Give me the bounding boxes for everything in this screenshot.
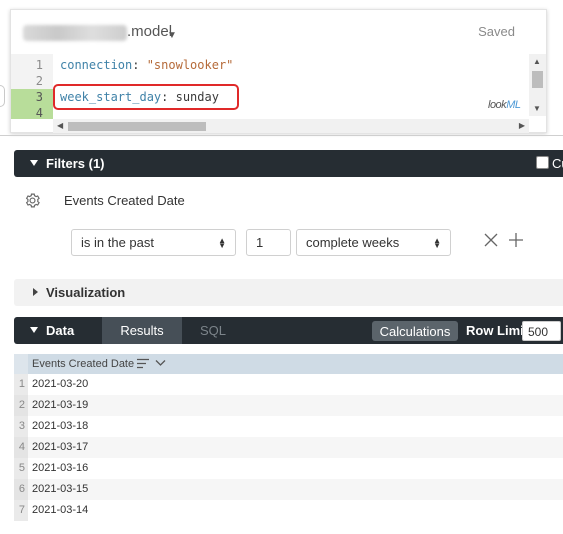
data-title: Data bbox=[46, 323, 75, 338]
table-row: 5 2021-03-16 bbox=[14, 458, 563, 479]
code-key: connection bbox=[60, 58, 133, 72]
table-cell: 2021-03-18 bbox=[32, 420, 89, 432]
row-number: 5 bbox=[14, 458, 28, 479]
updown-icon: ▲ ▼ bbox=[218, 236, 226, 250]
horizontal-scrollbar[interactable]: ◀ ▶ bbox=[53, 119, 529, 133]
row-limit-input[interactable]: 500 bbox=[522, 321, 561, 341]
custom-filter-label: Cu bbox=[552, 156, 563, 171]
filter-operator-value: is in the past bbox=[81, 235, 154, 250]
column-menu-icon[interactable] bbox=[137, 358, 149, 369]
column-header-label[interactable]: Events Created Date bbox=[32, 358, 134, 370]
updown-icon: ▲ ▼ bbox=[433, 236, 441, 250]
gear-icon[interactable] bbox=[24, 192, 41, 209]
blurred-file-name bbox=[23, 25, 127, 41]
tab-results[interactable]: Results bbox=[102, 317, 182, 344]
lookml-editor: .model ▼ Saved 1 connection: "snowlooker… bbox=[10, 9, 547, 133]
filters-section-header[interactable]: Filters (1) Cu bbox=[14, 150, 563, 177]
highlight-annotation-box bbox=[53, 84, 239, 110]
line-number-active: 4 bbox=[11, 105, 53, 119]
scroll-right-arrow-icon[interactable]: ▶ bbox=[519, 121, 525, 130]
row-number: 2 bbox=[14, 395, 28, 416]
filter-unit-value: complete weeks bbox=[306, 235, 400, 250]
code-separator: : bbox=[132, 58, 147, 72]
file-caret-icon[interactable]: ▼ bbox=[167, 30, 177, 41]
row-number: 4 bbox=[14, 437, 28, 458]
filter-operator-select[interactable]: is in the past ▲ ▼ bbox=[71, 229, 236, 256]
scroll-thumb[interactable] bbox=[532, 71, 543, 88]
row-number: 3 bbox=[14, 416, 28, 437]
table-row: 1 2021-03-20 bbox=[14, 374, 563, 395]
data-collapse-toggle[interactable]: Data bbox=[14, 317, 102, 344]
data-section-header: Data Results SQL Calculations Row Limit … bbox=[14, 317, 563, 344]
editor-header: .model ▼ Saved bbox=[11, 10, 546, 54]
row-number: 1 bbox=[14, 374, 28, 395]
table-cell: 2021-03-15 bbox=[32, 483, 89, 495]
custom-filter-checkbox[interactable] bbox=[536, 156, 549, 169]
tab-sql[interactable]: SQL bbox=[182, 317, 244, 344]
filter-amount-input[interactable]: 1 bbox=[246, 229, 291, 256]
code-value: "snowlooker" bbox=[146, 58, 234, 72]
scroll-down-arrow-icon[interactable]: ▼ bbox=[533, 104, 541, 113]
table-cell: 2021-03-16 bbox=[32, 462, 89, 474]
plus-icon[interactable] bbox=[509, 233, 523, 247]
table-row: 2 2021-03-19 bbox=[14, 395, 563, 416]
row-number: 6 bbox=[14, 479, 28, 500]
row-limit-label: Row Limit bbox=[466, 323, 529, 338]
chevron-down-icon[interactable] bbox=[155, 359, 166, 367]
filter-amount-value: 1 bbox=[256, 235, 264, 250]
filters-title: Filters (1) bbox=[46, 156, 105, 171]
calculations-button[interactable]: Calculations bbox=[372, 321, 458, 341]
side-panel-handle[interactable] bbox=[0, 85, 5, 107]
table-cell: 2021-03-17 bbox=[32, 441, 89, 453]
table-header: Events Created Date bbox=[14, 354, 563, 374]
line-number-active: 3 bbox=[11, 89, 53, 105]
collapse-triangle-icon[interactable] bbox=[30, 327, 38, 333]
table-row: 4 2021-03-17 bbox=[14, 437, 563, 458]
filter-unit-select[interactable]: complete weeks ▲ ▼ bbox=[296, 229, 451, 256]
lookml-logo: lookML bbox=[488, 99, 521, 111]
close-icon[interactable] bbox=[484, 233, 498, 247]
collapse-triangle-icon[interactable] bbox=[30, 160, 38, 166]
vertical-scrollbar[interactable]: ▲ ▼ bbox=[529, 54, 546, 116]
line-number: 2 bbox=[35, 74, 43, 88]
table-cell: 2021-03-14 bbox=[32, 504, 89, 516]
table-row: 3 2021-03-18 bbox=[14, 416, 563, 437]
table-row: 7 2021-03-14 bbox=[14, 500, 563, 521]
code-line-1: 1 connection: "snowlooker" bbox=[11, 57, 529, 73]
row-number-header bbox=[14, 354, 28, 374]
visualization-title: Visualization bbox=[46, 285, 126, 300]
scroll-thumb[interactable] bbox=[68, 122, 206, 131]
scroll-left-arrow-icon[interactable]: ◀ bbox=[57, 121, 63, 130]
table-cell: 2021-03-20 bbox=[32, 378, 89, 390]
table-row: 6 2021-03-15 bbox=[14, 479, 563, 500]
visualization-section-header[interactable]: Visualization bbox=[14, 279, 563, 306]
table-cell: 2021-03-19 bbox=[32, 399, 89, 411]
file-name-extension[interactable]: .model bbox=[127, 23, 172, 40]
row-number: 7 bbox=[14, 500, 28, 521]
save-status: Saved bbox=[478, 24, 515, 39]
section-divider bbox=[0, 135, 563, 136]
filter-field-name: Events Created Date bbox=[64, 193, 185, 208]
scroll-up-arrow-icon[interactable]: ▲ bbox=[533, 57, 541, 66]
expand-triangle-icon[interactable] bbox=[33, 288, 38, 296]
line-number: 1 bbox=[35, 58, 43, 72]
